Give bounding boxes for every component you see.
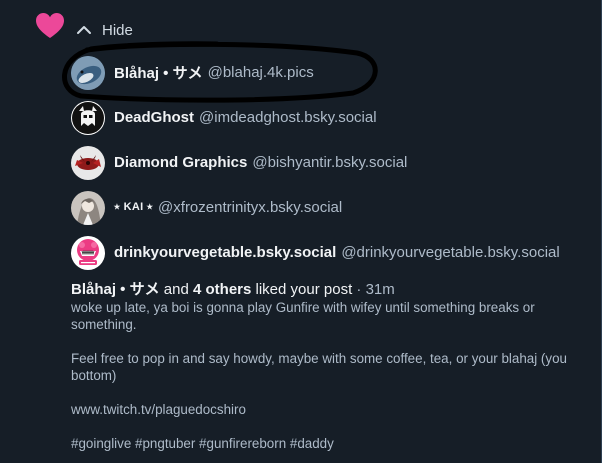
post-link: www.twitch.tv/plaguedocshiro xyxy=(71,402,246,417)
notification-card[interactable]: Hide Blåhaj • サメ @blahaj.4k.pics DeadGho… xyxy=(0,0,602,463)
hide-toggle-button[interactable]: Hide xyxy=(76,18,133,42)
liker-handle[interactable]: @bishyantir.bsky.social xyxy=(252,154,407,171)
liker-row-diamond-graphics[interactable]: Diamond Graphics @bishyantir.bsky.social xyxy=(71,140,591,185)
liker-name[interactable]: Diamond Graphics xyxy=(114,154,247,171)
summary-action: liked your post xyxy=(255,281,353,298)
liker-handle[interactable]: @blahaj.4k.pics xyxy=(208,64,314,81)
post-text-line: Feel free to pop in and say howdy, maybe… xyxy=(71,351,567,383)
summary-and: and xyxy=(163,281,189,298)
liker-name[interactable]: DeadGhost xyxy=(114,109,194,126)
hide-label: Hide xyxy=(102,21,133,39)
liker-row-deadghost[interactable]: DeadGhost @imdeadghost.bsky.social xyxy=(71,95,591,140)
liker-row-blahaj[interactable]: Blåhaj • サメ @blahaj.4k.pics xyxy=(71,50,591,95)
like-summary: Blåhaj • サメ and 4 others liked your post… xyxy=(71,278,395,299)
liker-handle[interactable]: @xfrozentrinityx.bsky.social xyxy=(158,199,342,216)
liker-name[interactable]: drinkyourvegetable.bsky.social xyxy=(114,244,336,261)
summary-first-liker[interactable]: Blåhaj • サメ xyxy=(71,281,160,298)
avatar[interactable] xyxy=(71,55,105,90)
avatar[interactable] xyxy=(71,145,105,180)
liker-name[interactable]: ⭑ KAI ⭑ xyxy=(114,201,153,214)
liker-name[interactable]: Blåhaj • サメ xyxy=(114,62,203,83)
avatar[interactable] xyxy=(71,190,105,225)
avatar[interactable] xyxy=(71,235,105,270)
post-text-line: woke up late, ya boi is gonna play Gunfi… xyxy=(71,300,535,332)
liker-row-kai[interactable]: ⭑ KAI ⭑ @xfrozentrinityx.bsky.social xyxy=(71,185,591,230)
summary-separator: · xyxy=(356,281,362,298)
chevron-up-icon xyxy=(77,26,91,34)
summary-timestamp[interactable]: 31m xyxy=(366,281,395,298)
liker-row-drinkyourvegetable[interactable]: drinkyourvegetable.bsky.social @drinkyou… xyxy=(71,230,591,275)
post-hashtags: #goinglive #pngtuber #gunfirereborn #dad… xyxy=(71,436,334,451)
summary-others[interactable]: 4 others xyxy=(193,281,251,298)
liker-handle[interactable]: @drinkyourvegetable.bsky.social xyxy=(341,244,559,261)
liked-post-preview[interactable]: woke up late, ya boi is gonna play Gunfi… xyxy=(71,299,586,452)
heart-icon xyxy=(36,13,64,38)
liker-handle[interactable]: @imdeadghost.bsky.social xyxy=(199,109,377,126)
avatar[interactable] xyxy=(71,100,105,135)
liker-list: Blåhaj • サメ @blahaj.4k.pics DeadGhost @i… xyxy=(71,50,591,275)
